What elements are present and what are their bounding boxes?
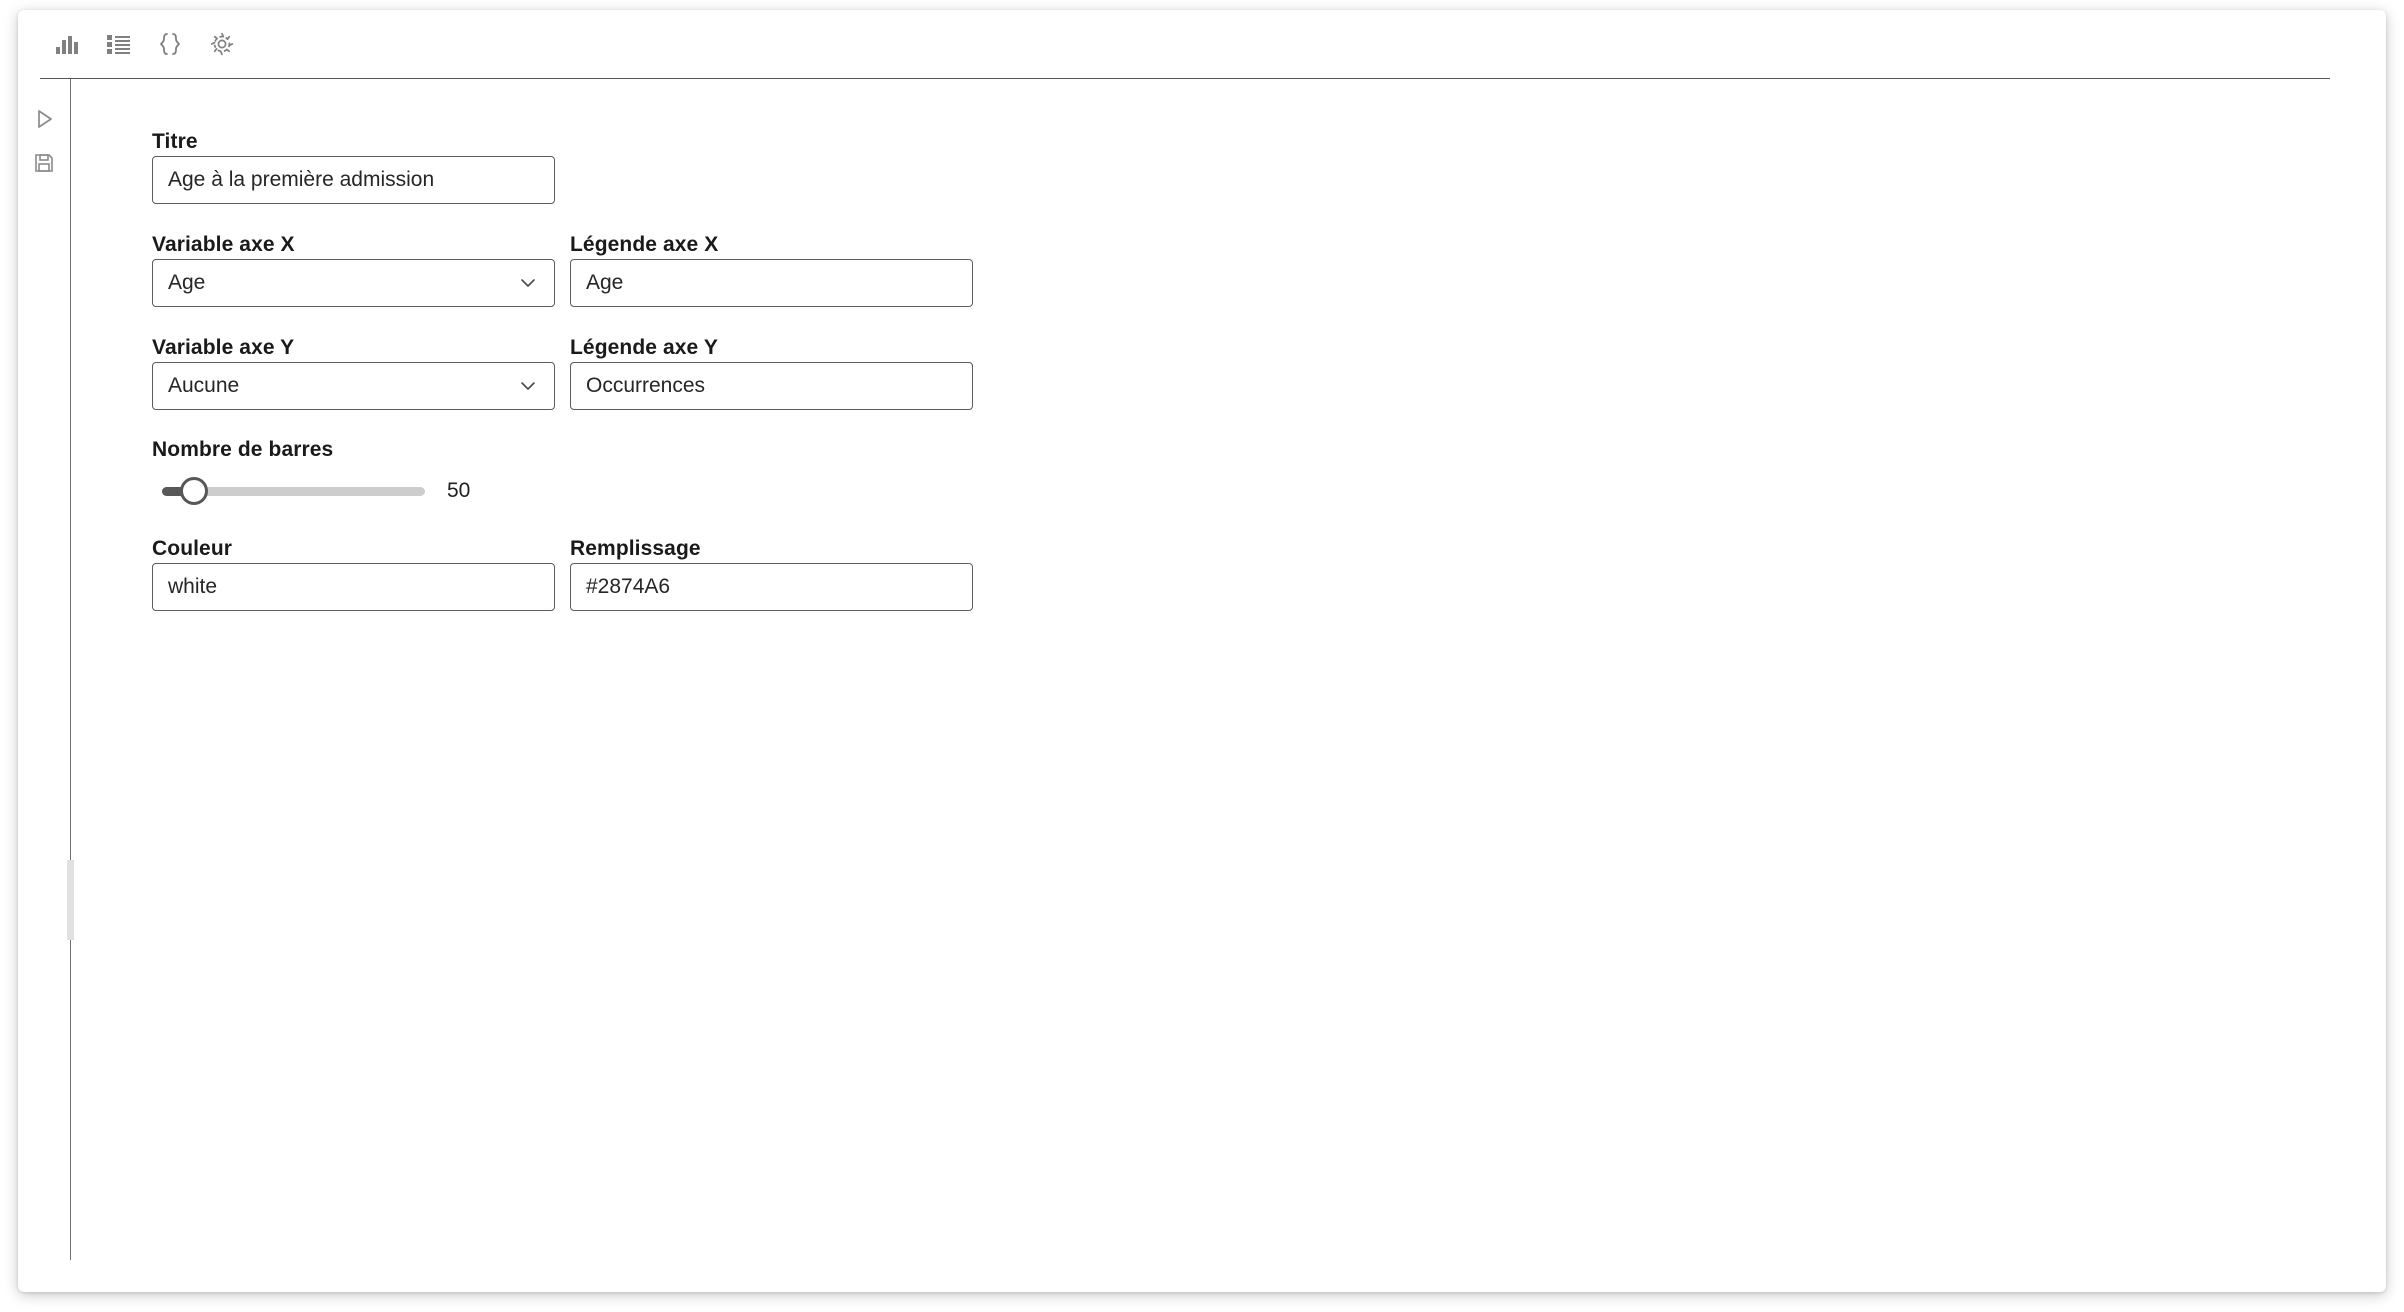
save-floppy-icon [32,151,56,175]
gear-icon [209,31,235,57]
toolbar-button-list-view[interactable] [92,21,144,67]
top-toolbar [18,10,2386,78]
color-input[interactable]: white [152,563,555,611]
bar-chart-icon [53,31,79,57]
list-icon [105,31,131,57]
y-variable-select[interactable]: Aucune [152,362,555,410]
x-legend-label: Légende axe X [570,233,719,256]
curly-braces-icon [157,31,183,57]
toolbar-button-code-view[interactable] [144,21,196,67]
x-variable-selected-value: Age [168,271,206,294]
bar-count-label: Nombre de barres [152,438,334,461]
toolbar-button-settings-view[interactable] [196,21,248,67]
y-legend-input[interactable]: Occurrences [570,362,973,410]
fill-input[interactable]: #2874A6 [570,563,973,611]
x-variable-select[interactable]: Age [152,259,555,307]
bar-count-value: 50 [447,479,471,502]
toolbar-button-chart-view[interactable] [40,21,92,67]
slider-thumb[interactable] [180,477,208,505]
bar-count-slider[interactable] [152,474,425,508]
title-input[interactable]: Age à la première admission [152,156,555,204]
chevron-down-icon [517,272,539,294]
fill-label: Remplissage [570,537,701,560]
chart-settings-form: Titre Age à la première admission Variab… [71,79,2386,1292]
color-label: Couleur [152,537,233,560]
rail-button-save[interactable] [18,141,70,185]
y-variable-selected-value: Aucune [168,374,240,397]
title-field-label: Titre [152,130,198,153]
application-window: Titre Age à la première admission Variab… [18,10,2386,1292]
y-legend-label: Légende axe Y [570,336,718,359]
bar-count-slider-row: 50 [152,471,572,511]
rail-button-run[interactable] [18,97,70,141]
left-rail [18,79,70,1292]
x-legend-input[interactable]: Age [570,259,973,307]
x-variable-label: Variable axe X [152,233,295,256]
play-icon [32,107,56,131]
y-variable-label: Variable axe Y [152,336,295,359]
chevron-down-icon [517,375,539,397]
